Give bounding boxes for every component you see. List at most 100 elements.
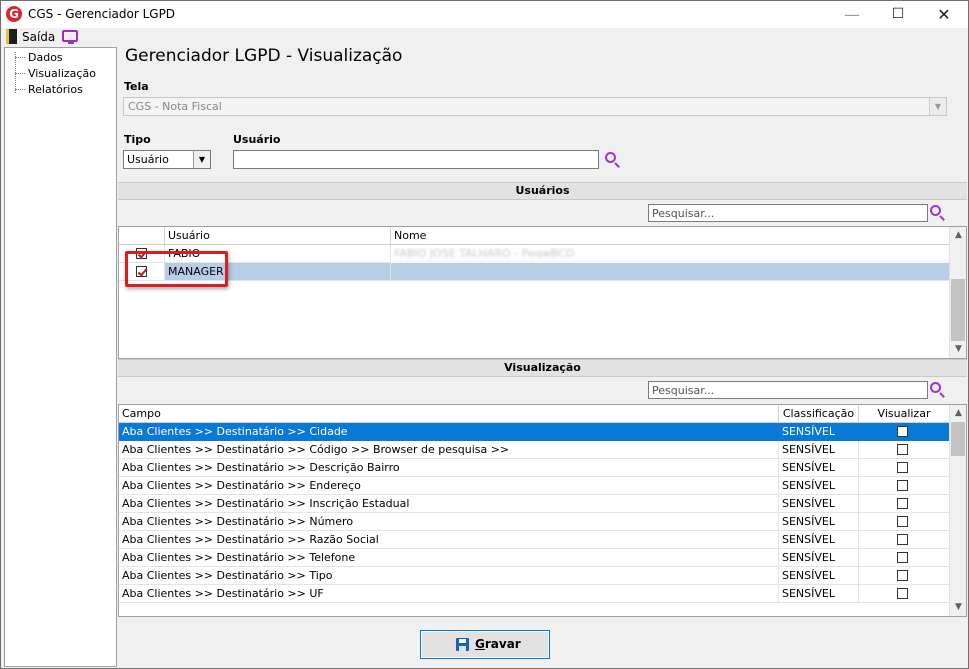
row-check-cell (119, 263, 165, 281)
campo-cell: Aba Clientes >> Destinatário >> Código >… (119, 441, 779, 459)
table-row[interactable]: Aba Clientes >> Destinatário >> Cidade SE… (119, 423, 950, 441)
search-icon[interactable] (604, 151, 622, 169)
column-header-check[interactable] (119, 227, 165, 245)
classificacao-cell: SENSÍVEL (779, 567, 859, 585)
nome-cell: FABIO JOSE TALHARO - PeqwBCD (391, 245, 950, 263)
visualizar-cell (859, 423, 950, 441)
dropdown-arrow-icon[interactable]: ▼ (929, 98, 946, 115)
usuario-cell: MANAGER (165, 263, 391, 281)
visualizar-checkbox[interactable] (897, 444, 908, 455)
close-button[interactable]: ✕ (921, 1, 967, 28)
app-window: G CGS - Gerenciador LGPD — ☐ ✕ Saída Dad… (0, 0, 969, 669)
menu-bar: Saída (1, 28, 968, 46)
tree-item-visualizacao[interactable]: Visualização (15, 67, 96, 80)
fields-grid: Campo Classificação Visualizar Aba Clien… (118, 404, 967, 617)
users-section-header: Usuários (118, 182, 967, 200)
visualizar-checkbox[interactable] (897, 516, 908, 527)
table-row[interactable]: Aba Clientes >> Destinatário >> Endereço… (119, 477, 950, 495)
visualizar-cell (859, 477, 950, 495)
table-row[interactable]: Aba Clientes >> Destinatário >> Descriçã… (119, 459, 950, 477)
table-row[interactable]: Aba Clientes >> Destinatário >> Telefone… (119, 549, 950, 567)
tree-item-relatorios[interactable]: Relatórios (15, 83, 83, 96)
column-header-visualizar[interactable]: Visualizar (859, 405, 950, 423)
column-header-nome[interactable]: Nome (391, 227, 950, 245)
classificacao-cell: SENSÍVEL (779, 549, 859, 567)
classificacao-cell: SENSÍVEL (779, 477, 859, 495)
save-button[interactable]: Gravar (420, 630, 550, 659)
column-header-classificacao[interactable]: Classificação (779, 405, 859, 423)
monitor-icon[interactable] (62, 30, 78, 44)
classificacao-cell: SENSÍVEL (779, 513, 859, 531)
scroll-down-icon[interactable]: ▼ (950, 599, 966, 616)
classificacao-cell: SENSÍVEL (779, 423, 859, 441)
visualizar-cell (859, 585, 950, 603)
fields-grid-scrollbar[interactable]: ▲ ▼ (949, 405, 966, 616)
row-checkbox[interactable] (136, 248, 147, 259)
users-filter-input[interactable] (648, 204, 928, 222)
search-icon[interactable] (929, 381, 947, 399)
exit-menu-item[interactable]: Saída (22, 30, 55, 44)
tela-select[interactable]: CGS - Nota Fiscal ▼ (123, 97, 947, 116)
classificacao-cell: SENSÍVEL (779, 495, 859, 513)
visualizar-cell (859, 495, 950, 513)
visualizar-checkbox[interactable] (897, 534, 908, 545)
visualizar-checkbox[interactable] (897, 552, 908, 563)
exit-door-icon[interactable] (6, 29, 17, 44)
floppy-disk-icon (456, 638, 469, 651)
navigation-tree: Dados Visualização Relatórios (4, 47, 117, 667)
table-row[interactable]: Aba Clientes >> Destinatário >> Inscriçã… (119, 495, 950, 513)
minimize-button[interactable]: — (829, 1, 875, 28)
usuario-input[interactable] (233, 150, 599, 169)
fields-filter-input[interactable] (648, 381, 928, 399)
visualizar-checkbox[interactable] (897, 462, 908, 473)
usuario-label: Usuário (233, 133, 281, 146)
table-row[interactable]: Aba Clientes >> Destinatário >> UF SENSÍV… (119, 585, 950, 603)
visualizar-cell (859, 459, 950, 477)
scroll-up-icon[interactable]: ▲ (950, 405, 966, 422)
table-row[interactable]: Aba Clientes >> Destinatário >> Código >… (119, 441, 950, 459)
window-title: CGS - Gerenciador LGPD (28, 7, 176, 21)
fields-section-header: Visualização (118, 359, 967, 377)
visualizar-checkbox[interactable] (897, 570, 908, 581)
scroll-down-icon[interactable]: ▼ (950, 341, 966, 358)
visualizar-cell (859, 513, 950, 531)
maximize-button[interactable]: ☐ (875, 1, 921, 28)
tela-label: Tela (124, 80, 149, 93)
visualizar-cell (859, 549, 950, 567)
table-row[interactable]: Aba Clientes >> Destinatário >> Razão So… (119, 531, 950, 549)
column-header-usuario[interactable]: Usuário (165, 227, 391, 245)
title-bar[interactable]: G CGS - Gerenciador LGPD — ☐ ✕ (1, 1, 968, 28)
table-row[interactable]: Aba Clientes >> Destinatário >> Tipo SENS… (119, 567, 950, 585)
usuario-cell: FABIO (165, 245, 391, 263)
campo-cell: Aba Clientes >> Destinatário >> Endereço (119, 477, 779, 495)
users-grid-scrollbar[interactable]: ▲ ▼ (949, 227, 966, 358)
scroll-thumb[interactable] (951, 422, 965, 456)
visualizar-checkbox[interactable] (897, 498, 908, 509)
visualizar-cell (859, 441, 950, 459)
table-row[interactable]: FABIO FABIO JOSE TALHARO - PeqwBCD (119, 245, 950, 263)
visualizar-cell (859, 567, 950, 585)
table-row[interactable]: Aba Clientes >> Destinatário >> Número SE… (119, 513, 950, 531)
scroll-up-icon[interactable]: ▲ (950, 227, 966, 244)
column-header-campo[interactable]: Campo (119, 405, 779, 423)
tipo-select[interactable]: Usuário ▼ (123, 150, 211, 169)
classificacao-cell: SENSÍVEL (779, 441, 859, 459)
classificacao-cell: SENSÍVEL (779, 459, 859, 477)
tree-item-dados[interactable]: Dados (15, 51, 63, 64)
row-checkbox[interactable] (136, 266, 147, 277)
classificacao-cell: SENSÍVEL (779, 531, 859, 549)
nome-cell (391, 263, 950, 281)
campo-cell: Aba Clientes >> Destinatário >> Número (119, 513, 779, 531)
visualizar-cell (859, 531, 950, 549)
app-logo-icon: G (6, 6, 22, 22)
classificacao-cell: SENSÍVEL (779, 585, 859, 603)
search-icon[interactable] (929, 204, 947, 222)
page-title: Gerenciador LGPD - Visualização (125, 46, 403, 66)
visualizar-checkbox[interactable] (897, 480, 908, 491)
scroll-thumb[interactable] (951, 279, 965, 341)
users-grid: Usuário Nome FABIO FABIO JOSE TALHARO - … (118, 226, 967, 359)
visualizar-checkbox[interactable] (897, 588, 908, 599)
visualizar-checkbox[interactable] (897, 426, 908, 437)
table-row[interactable]: MANAGER (119, 263, 950, 281)
dropdown-arrow-icon[interactable]: ▼ (193, 151, 210, 168)
